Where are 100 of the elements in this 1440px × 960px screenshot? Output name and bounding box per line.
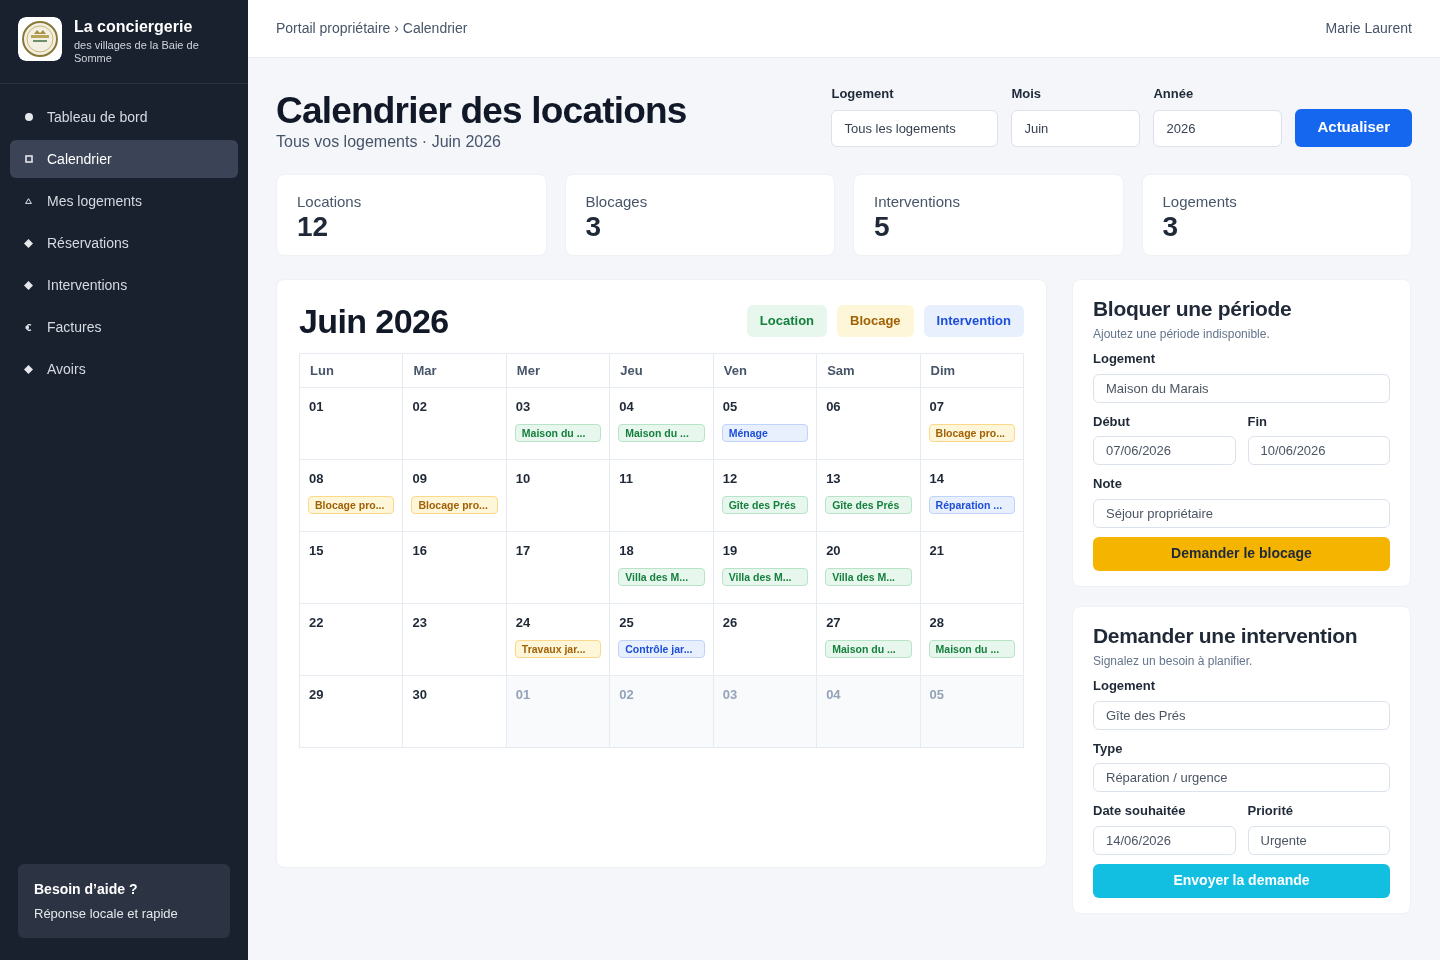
filter-field[interactable]: 2026: [1153, 109, 1283, 147]
nav-item[interactable]: Tableau de bord: [10, 98, 238, 136]
day-cell[interactable]: 13 Gîte des Prés: [817, 460, 921, 532]
diamond-icon: [24, 238, 33, 248]
day-cell[interactable]: 21: [920, 532, 1024, 604]
event-tag[interactable]: Villa des M...: [721, 567, 809, 586]
day-number: 02: [411, 398, 428, 416]
field-label: Fin: [1247, 412, 1268, 431]
nav-item[interactable]: Interventions: [10, 266, 238, 304]
day-cell[interactable]: 19 Villa des M...: [713, 532, 818, 604]
day-number: 25: [618, 614, 635, 632]
user-name: Marie Laurent: [1325, 19, 1412, 38]
filter-field[interactable]: Juin: [1011, 109, 1141, 147]
day-cell[interactable]: 25 Contrôle jar...: [610, 604, 714, 676]
day-cell[interactable]: 27 Maison du ...: [817, 604, 921, 676]
square-icon: [24, 155, 33, 163]
day-cell[interactable]: 04 Maison du ...: [610, 388, 714, 460]
nav-item[interactable]: Calendrier: [10, 140, 238, 178]
event-tag[interactable]: Blocage pro...: [928, 423, 1015, 442]
day-cell[interactable]: 15: [300, 532, 404, 604]
event-tag[interactable]: Gîte des Prés: [721, 495, 809, 514]
stat-value: 3: [585, 211, 603, 242]
input-field[interactable]: Réparation / urgence: [1093, 763, 1390, 792]
filter-field[interactable]: Tous les logements: [831, 109, 999, 147]
day-number: 07: [928, 398, 946, 416]
day-cell[interactable]: 02: [403, 388, 507, 460]
input-field[interactable]: Urgente: [1247, 825, 1390, 855]
day-cell[interactable]: 03 Maison du ...: [506, 388, 611, 460]
day-cell[interactable]: 26: [713, 604, 818, 676]
day-cell[interactable]: 06: [817, 388, 921, 460]
day-cell[interactable]: 24 Travaux jar...: [506, 604, 611, 676]
day-number: 29: [308, 686, 325, 704]
nav-item[interactable]: Réservations: [10, 224, 238, 262]
day-cell[interactable]: 12 Gîte des Prés: [713, 460, 818, 532]
day-cell[interactable]: 05 Ménage: [713, 388, 818, 460]
day-cell[interactable]: 07 Blocage pro...: [920, 388, 1024, 460]
day-cell[interactable]: 08 Blocage pro...: [300, 460, 404, 532]
field-label: Note: [1093, 475, 1123, 494]
input-field[interactable]: Gîte des Prés: [1093, 700, 1390, 730]
event-tag[interactable]: Maison du ...: [618, 423, 705, 442]
input-field[interactable]: Séjour propriétaire: [1093, 498, 1390, 528]
event-tag[interactable]: Réparation ...: [928, 495, 1015, 514]
day-cell[interactable]: 23: [403, 604, 507, 676]
day-cell[interactable]: 17: [506, 532, 611, 604]
day-cell[interactable]: 01: [300, 388, 404, 460]
day-cell[interactable]: 22: [300, 604, 404, 676]
field-label: Début: [1093, 412, 1131, 431]
brand-subtitle: des villages de la Baie de Somme: [74, 39, 200, 65]
day-number: 19: [721, 542, 739, 560]
dot-icon: [24, 113, 33, 121]
day-number: 05: [928, 686, 946, 704]
input-field[interactable]: 07/06/2026: [1093, 436, 1236, 466]
event-tag[interactable]: Blocage pro...: [308, 495, 395, 514]
event-tag[interactable]: Travaux jar...: [514, 639, 602, 658]
stat-label: Interventions: [874, 193, 961, 212]
nav-item[interactable]: Mes logements: [10, 182, 238, 220]
day-number: 04: [618, 398, 635, 416]
day-number: 01: [514, 686, 532, 704]
event-tag[interactable]: Blocage pro...: [411, 495, 498, 514]
day-cell[interactable]: 28 Maison du ...: [920, 604, 1024, 676]
submit-button[interactable]: Demander le blocage: [1093, 536, 1390, 571]
day-cell[interactable]: 20 Villa des M...: [817, 532, 921, 604]
refresh-button[interactable]: Actualiser: [1295, 108, 1412, 147]
event-tag[interactable]: Ménage: [721, 423, 809, 442]
event-tag[interactable]: Maison du ...: [825, 639, 912, 658]
day-cell[interactable]: 09 Blocage pro...: [403, 460, 507, 532]
day-cell[interactable]: 30: [403, 676, 507, 748]
day-number: 23: [411, 614, 428, 632]
field-label: Priorité: [1247, 802, 1294, 820]
nav-item[interactable]: Avoirs: [10, 350, 238, 388]
event-tag[interactable]: Villa des M...: [825, 567, 912, 586]
day-cell[interactable]: 10: [506, 460, 611, 532]
event-tag[interactable]: Maison du ...: [514, 423, 602, 442]
nav-item[interactable]: Factures: [10, 308, 238, 346]
day-number: 20: [825, 542, 842, 560]
day-number: 27: [825, 614, 842, 632]
day-number: 21: [928, 542, 946, 560]
diamond-icon: [24, 364, 33, 374]
stat-label: Blocages: [585, 193, 649, 212]
day-cell[interactable]: 29: [300, 676, 404, 748]
help-text: Réponse locale et rapide: [34, 904, 179, 923]
event-tag[interactable]: Gîte des Prés: [825, 495, 912, 514]
filter-label: Logement: [831, 85, 895, 103]
input-field[interactable]: 14/06/2026: [1093, 825, 1236, 855]
page-subtitle: Tous vos logements · Juin 2026: [276, 132, 502, 152]
filter-label: Mois: [1011, 85, 1043, 103]
event-tag[interactable]: Villa des M...: [618, 567, 705, 586]
input-field[interactable]: 10/06/2026: [1247, 436, 1390, 466]
day-cell[interactable]: 14 Réparation ...: [920, 460, 1024, 532]
event-tag[interactable]: Contrôle jar...: [618, 639, 705, 658]
day-cell[interactable]: 18 Villa des M...: [610, 532, 714, 604]
field-label: Type: [1093, 739, 1124, 758]
day-number: 11: [618, 470, 635, 488]
event-tag[interactable]: Maison du ...: [928, 639, 1015, 658]
input-field[interactable]: Maison du Marais: [1093, 373, 1390, 403]
day-number: 24: [514, 614, 532, 632]
day-number: 09: [411, 470, 428, 488]
day-cell[interactable]: 11: [610, 460, 714, 532]
day-cell[interactable]: 16: [403, 532, 507, 604]
help-title: Besoin d’aide ?: [34, 879, 139, 899]
